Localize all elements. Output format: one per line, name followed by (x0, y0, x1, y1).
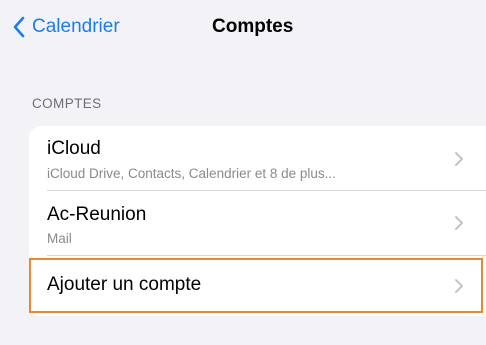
chevron-left-icon (13, 16, 25, 38)
back-button[interactable]: Calendrier (12, 12, 120, 42)
add-account-row[interactable]: Ajouter un compte (29, 256, 486, 314)
navigation-bar: Calendrier Comptes (0, 0, 486, 58)
chevron-right-icon (455, 279, 463, 293)
chevron-right-icon (455, 216, 463, 230)
page-title: Comptes (212, 16, 294, 37)
accounts-group: iCloud iCloud Drive, Contacts, Calendrie… (29, 126, 486, 316)
account-subtitle: iCloud Drive, Contacts, Calendrier et 8 … (47, 166, 336, 181)
account-title: Ac-Reunion (47, 204, 147, 225)
add-account-label: Ajouter un compte (47, 274, 202, 295)
account-subtitle: Mail (47, 231, 72, 246)
account-title: iCloud (47, 138, 101, 159)
account-row-icloud[interactable]: iCloud iCloud Drive, Contacts, Calendrie… (29, 126, 486, 190)
chevron-right-icon (455, 152, 463, 166)
section-header-accounts: COMPTES (32, 96, 102, 111)
back-button-label: Calendrier (32, 16, 120, 37)
account-row-ac-reunion[interactable]: Ac-Reunion Mail (29, 190, 486, 254)
